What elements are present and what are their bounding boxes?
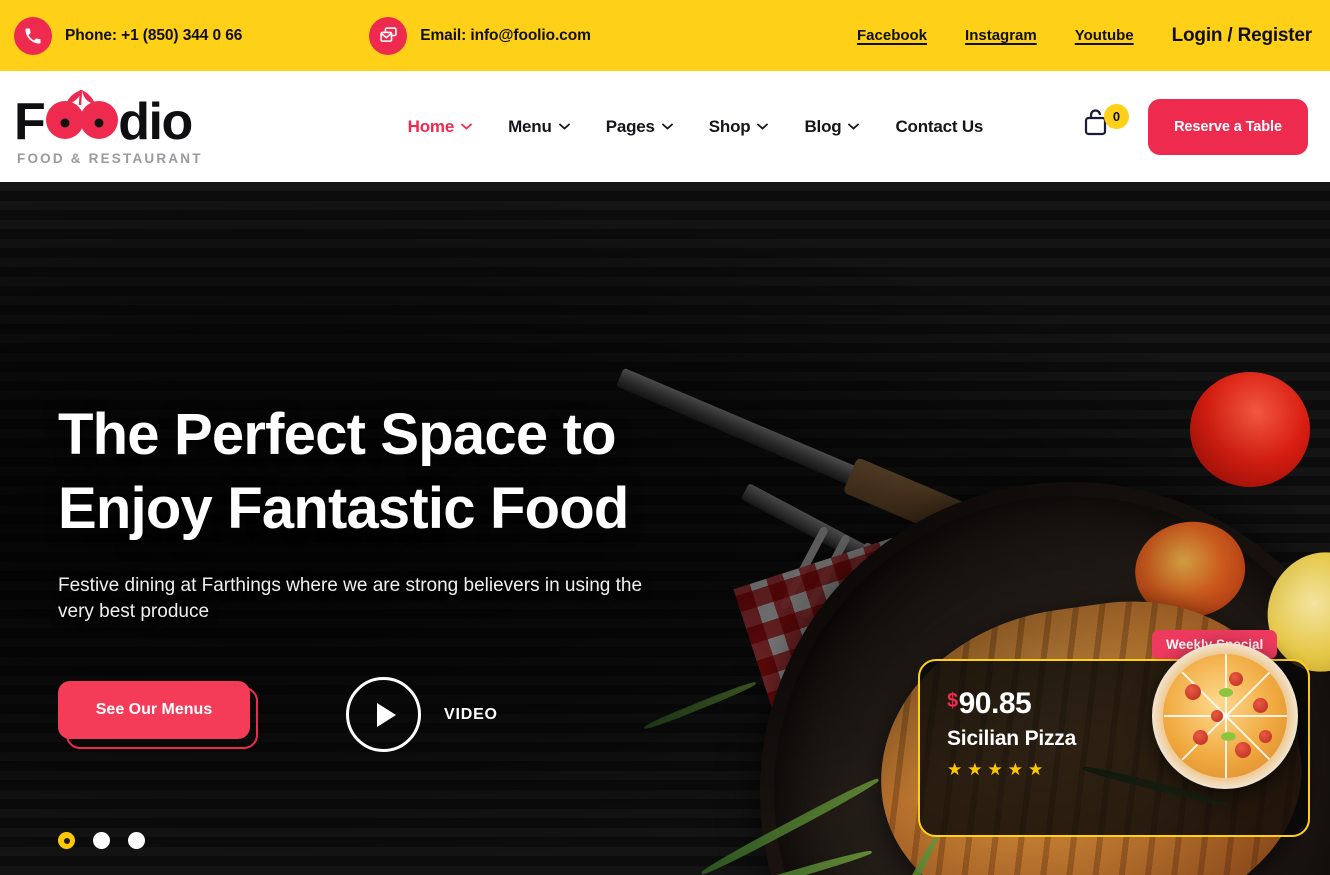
see-our-menus: See Our Menus (58, 680, 258, 749)
nav-label-home: Home (407, 116, 455, 136)
nav-label-shop: Shop (708, 116, 751, 136)
phone-label: Phone: +1 (850) 344 0 66 (65, 26, 243, 44)
email-contact[interactable]: Email: info@foolio.com (369, 16, 591, 55)
nav-label-pages: Pages (605, 116, 655, 136)
header-actions: 0 Reserve a Table (1082, 90, 1330, 163)
special-dish-name: Sicilian Pizza (947, 727, 1077, 750)
chevron-down-icon (661, 123, 673, 130)
hero-subtitle: Festive dining at Farthings where we are… (58, 575, 643, 622)
chevron-down-icon (461, 123, 472, 130)
nav-item-blog[interactable]: Blog (804, 116, 860, 137)
login-register-link[interactable]: Login / Register (1172, 25, 1313, 47)
hero-section: The Perfect Space to Enjoy Fantastic Foo… (0, 182, 1330, 875)
hero-actions: See Our Menus VIDEO (58, 677, 498, 752)
basil-leaf (1219, 688, 1233, 697)
star-icon: ★ (987, 760, 1003, 779)
video-play-group[interactable]: VIDEO (346, 677, 498, 752)
nav-item-home[interactable]: Home (408, 117, 472, 137)
nav-item-contact-us[interactable]: Contact Us (895, 117, 983, 137)
slider-dot-2[interactable] (93, 832, 110, 849)
reserve-a-table-button[interactable]: Reserve a Table (1148, 98, 1308, 155)
pepperoni (1259, 730, 1272, 743)
logo-mark: F dio (14, 87, 203, 152)
star-icon: ★ (947, 760, 963, 779)
play-icon[interactable] (346, 677, 421, 752)
pepperoni (1229, 672, 1243, 686)
site-header: F dio FOOD & RESTAURANT Home Menu Pages … (0, 71, 1330, 182)
hero-title-line-2: Enjoy Fantastic Food (58, 476, 629, 542)
logo-tagline: FOOD & RESTAURANT (17, 150, 203, 166)
slider-dot-3[interactable] (128, 832, 145, 849)
pepperoni (1185, 684, 1201, 700)
basil-leaf (1221, 732, 1236, 741)
currency-symbol: $ (947, 690, 958, 712)
slider-dot-1[interactable] (58, 832, 75, 849)
contact-group: Phone: +1 (850) 344 0 66 Email: info@foo… (14, 16, 591, 55)
nav-item-pages[interactable]: Pages (606, 117, 673, 137)
nav-label-menu: Menu (508, 116, 552, 136)
hero-title: The Perfect Space to Enjoy Fantastic Foo… (58, 398, 629, 546)
weekly-special-card[interactable]: Weekly Special $90.85 Sicilian Pizza ★ ★… (918, 630, 1310, 837)
star-icon: ★ (1007, 760, 1023, 779)
play-triangle (377, 702, 396, 727)
cherry-logo-icon (44, 87, 119, 140)
pepperoni (1193, 730, 1208, 745)
cart-button[interactable]: 0 (1082, 103, 1129, 148)
sicilian-pizza-image (1152, 643, 1298, 789)
price-value: 90.85 (958, 687, 1032, 720)
mail-icon (369, 16, 408, 55)
pepperoni (1211, 710, 1223, 722)
special-rating: ★ ★ ★ ★ ★ (947, 761, 1043, 778)
chevron-down-icon (848, 123, 860, 130)
logo-text-after: dio (118, 93, 193, 152)
nav-item-shop[interactable]: Shop (709, 117, 769, 137)
pepperoni (1235, 742, 1251, 758)
chevron-down-icon (757, 123, 769, 130)
pepperoni (1253, 698, 1268, 713)
reserve-a-table: Reserve a Table (1148, 90, 1318, 163)
instagram-link[interactable]: Instagram (965, 27, 1037, 44)
special-price: $90.85 (947, 687, 1032, 721)
slider-dots (58, 832, 163, 849)
phone-icon (14, 16, 52, 55)
pizza-surface (1163, 654, 1287, 778)
facebook-link[interactable]: Facebook (857, 27, 927, 44)
logo-text-before: F (14, 93, 46, 152)
chevron-down-icon (558, 123, 570, 130)
see-our-menus-button[interactable]: See Our Menus (58, 680, 250, 739)
hero-content: The Perfect Space to Enjoy Fantastic Foo… (0, 182, 1330, 875)
cart-count-badge: 0 (1104, 103, 1129, 129)
main-navigation: Home Menu Pages Shop Blog Contact Us (408, 117, 984, 137)
top-bar: Phone: +1 (850) 344 0 66 Email: info@foo… (0, 0, 1330, 71)
phone-contact[interactable]: Phone: +1 (850) 344 0 66 (14, 16, 243, 55)
email-label: Email: info@foolio.com (420, 26, 591, 44)
topbar-links: Facebook Instagram Youtube Login / Regis… (857, 25, 1312, 47)
youtube-link[interactable]: Youtube (1075, 27, 1134, 44)
nav-label-blog: Blog (804, 116, 842, 136)
star-icon: ★ (1028, 760, 1044, 779)
video-label: VIDEO (444, 705, 498, 723)
shopping-bag-icon (1082, 108, 1112, 142)
nav-item-menu[interactable]: Menu (508, 117, 570, 137)
star-icon: ★ (967, 760, 983, 779)
nav-label-contact-us: Contact Us (895, 116, 984, 136)
logo[interactable]: F dio FOOD & RESTAURANT (14, 87, 203, 166)
hero-title-line-1: The Perfect Space to (58, 402, 617, 467)
